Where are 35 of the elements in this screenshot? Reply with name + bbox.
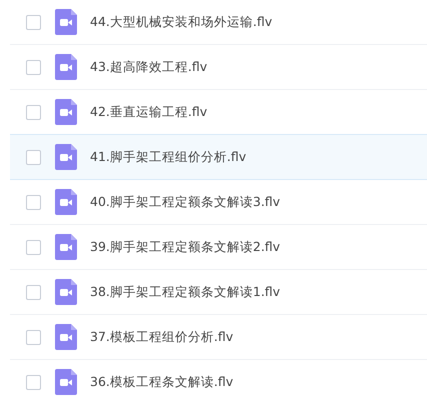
file-name[interactable]: 41.脚手架工程组价分析.flv bbox=[90, 148, 246, 166]
video-file-icon bbox=[55, 234, 77, 260]
file-row[interactable]: 43.超高降效工程.flv bbox=[10, 44, 427, 90]
video-file-icon bbox=[55, 324, 77, 350]
checkbox[interactable] bbox=[26, 150, 41, 164]
file-row[interactable]: 39.脚手架工程定额条文解读2.flv bbox=[10, 224, 427, 270]
checkbox[interactable] bbox=[26, 284, 41, 300]
file-name[interactable]: 39.脚手架工程定额条文解读2.flv bbox=[90, 238, 280, 256]
video-file-icon bbox=[55, 369, 77, 395]
file-row[interactable]: 41.脚手架工程组价分析.flv bbox=[10, 134, 427, 180]
file-name[interactable]: 36.模板工程条文解读.flv bbox=[90, 374, 234, 390]
file-row[interactable]: 38.脚手架工程定额条文解读1.flv bbox=[10, 269, 427, 315]
checkbox[interactable] bbox=[26, 374, 41, 390]
video-file-icon bbox=[55, 189, 77, 215]
video-file-icon bbox=[55, 279, 77, 305]
file-row[interactable]: 40.脚手架工程定额条文解读3.flv bbox=[10, 179, 427, 225]
video-file-icon bbox=[55, 54, 77, 80]
file-name[interactable]: 37.模板工程组价分析.flv bbox=[90, 328, 234, 346]
video-file-icon bbox=[55, 144, 77, 170]
checkbox[interactable] bbox=[26, 104, 41, 120]
checkbox[interactable] bbox=[26, 60, 41, 74]
file-name[interactable]: 42.垂直运输工程.flv bbox=[90, 104, 208, 120]
video-file-icon bbox=[55, 9, 77, 35]
file-name[interactable]: 43.超高降效工程.flv bbox=[90, 58, 208, 76]
file-row[interactable]: 44.大型机械安装和场外运输.flv bbox=[10, 0, 427, 45]
checkbox[interactable] bbox=[26, 194, 41, 210]
checkbox[interactable] bbox=[26, 240, 41, 254]
file-row[interactable]: 36.模板工程条文解读.flv bbox=[10, 359, 427, 403]
checkbox[interactable] bbox=[26, 14, 41, 30]
checkbox[interactable] bbox=[26, 330, 41, 344]
file-name[interactable]: 44.大型机械安装和场外运输.flv bbox=[90, 14, 272, 30]
file-name[interactable]: 38.脚手架工程定额条文解读1.flv bbox=[90, 284, 280, 300]
video-file-icon bbox=[55, 99, 77, 125]
file-name[interactable]: 40.脚手架工程定额条文解读3.flv bbox=[90, 194, 280, 210]
file-row[interactable]: 37.模板工程组价分析.flv bbox=[10, 314, 427, 360]
